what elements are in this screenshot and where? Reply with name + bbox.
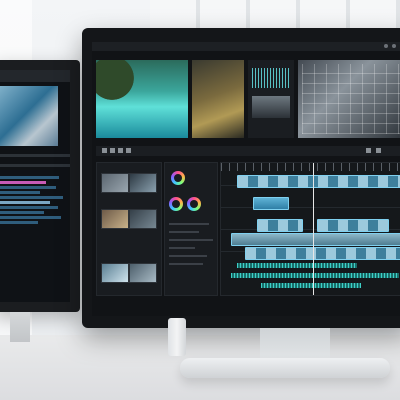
color-wheel[interactable]	[169, 197, 183, 211]
effect-slider[interactable]	[169, 231, 199, 233]
media-thumbnail[interactable]	[129, 173, 157, 193]
multicam-grid	[302, 64, 400, 134]
list-item[interactable]	[0, 181, 47, 184]
color-effects-panel	[164, 162, 218, 296]
effect-slider[interactable]	[169, 223, 209, 225]
left-divider	[0, 164, 70, 167]
video-editor-screen	[92, 42, 400, 316]
list-item[interactable]	[0, 186, 57, 189]
list-item[interactable]	[0, 196, 63, 199]
media-bin	[96, 162, 162, 296]
list-item[interactable]	[0, 201, 50, 204]
step-forward-icon[interactable]	[126, 148, 131, 153]
color-wheel[interactable]	[171, 171, 185, 185]
waveform-scope	[252, 68, 290, 88]
audio-waveform[interactable]	[231, 273, 399, 278]
video-clip[interactable]	[257, 219, 303, 232]
media-thumbnail[interactable]	[101, 263, 129, 283]
effect-slider[interactable]	[169, 247, 195, 249]
effect-slider[interactable]	[169, 263, 203, 265]
left-divider	[0, 154, 70, 157]
timeline-track-divider	[221, 207, 400, 208]
list-item[interactable]	[0, 191, 40, 194]
audio-waveform[interactable]	[261, 283, 361, 288]
left-monitor-screen	[0, 70, 70, 302]
window-control-icon[interactable]	[392, 44, 396, 48]
list-item[interactable]	[0, 221, 39, 224]
video-clip[interactable]	[237, 175, 400, 188]
scope-thumbnail	[252, 96, 290, 118]
main-monitor-base	[180, 358, 390, 378]
video-clip[interactable]	[245, 247, 400, 260]
list-item[interactable]	[0, 216, 61, 219]
transport-controls	[96, 146, 400, 156]
settings-icon[interactable]	[376, 148, 381, 153]
program-viewer[interactable]	[192, 60, 244, 138]
window-control-icon[interactable]	[384, 44, 388, 48]
video-clip[interactable]	[253, 197, 289, 210]
left-monitor-stand	[10, 312, 30, 342]
main-monitor-stand	[260, 328, 330, 362]
media-thumbnail[interactable]	[129, 209, 157, 229]
video-clip[interactable]	[317, 219, 389, 232]
left-file-list	[0, 174, 66, 294]
left-preview-image	[0, 86, 58, 146]
main-monitor	[82, 28, 400, 328]
scopes-panel[interactable]	[248, 60, 294, 138]
viewer-image	[96, 60, 136, 105]
multicam-viewer[interactable]	[298, 60, 400, 138]
timeline-ruler[interactable]	[221, 163, 400, 171]
video-clip[interactable]	[231, 233, 400, 246]
list-item[interactable]	[0, 176, 60, 179]
media-thumbnail[interactable]	[101, 209, 129, 229]
play-icon[interactable]	[110, 148, 115, 153]
media-thumbnail[interactable]	[101, 173, 129, 193]
effect-slider[interactable]	[169, 255, 207, 257]
effect-slider[interactable]	[169, 239, 213, 241]
pause-icon[interactable]	[118, 148, 123, 153]
timeline-panel	[220, 162, 400, 296]
list-item[interactable]	[0, 206, 59, 209]
source-viewer[interactable]	[96, 60, 188, 138]
menu-bar	[92, 42, 400, 51]
color-wheel[interactable]	[187, 197, 201, 211]
loop-icon[interactable]	[366, 148, 371, 153]
desk-cup	[168, 318, 186, 356]
playhead[interactable]	[313, 163, 314, 295]
audio-waveform[interactable]	[237, 263, 357, 268]
step-back-icon[interactable]	[102, 148, 107, 153]
list-item[interactable]	[0, 211, 44, 214]
media-thumbnail[interactable]	[129, 263, 157, 283]
left-monitor	[0, 60, 80, 312]
left-toolbar	[0, 70, 70, 82]
